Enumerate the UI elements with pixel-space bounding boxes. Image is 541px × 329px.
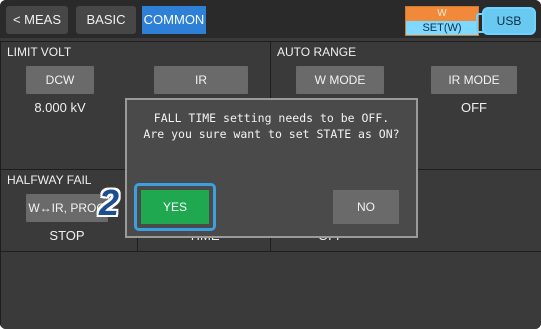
halfway-fail-button[interactable]: W↔IR, PROG — [26, 194, 108, 222]
ir-mode-value: OFF — [461, 100, 487, 115]
tab-basic[interactable]: BASIC — [76, 6, 136, 34]
tab-meas[interactable]: < MEAS — [6, 6, 68, 34]
tab-common[interactable]: COMMON — [142, 6, 206, 34]
dcw-button[interactable]: DCW — [26, 66, 94, 94]
limit-volt-title: LIMIT VOLT — [7, 45, 72, 59]
dialog-message-line2: Are you sure want to set STATE as ON? — [143, 127, 400, 141]
top-bar: < MEAS BASIC COMMON W SET(W) USB — [0, 0, 541, 38]
setw-indicator: W SET(W) — [405, 6, 479, 36]
dialog-message: FALL TIME setting needs to be OFF. Are y… — [127, 110, 416, 142]
halfway-fail-title: HALFWAY FAIL — [7, 173, 92, 187]
setw-label: SET(W) — [406, 21, 478, 35]
device-screen: < MEAS BASIC COMMON W SET(W) USB LIMIT V… — [0, 0, 541, 329]
dcw-value: 8.000 kV — [34, 100, 86, 115]
w-mode-button[interactable]: W MODE — [296, 66, 384, 94]
usb-indicator: USB — [476, 7, 536, 35]
yes-button[interactable]: YES — [141, 190, 209, 224]
ir-button[interactable]: IR — [154, 66, 248, 94]
ir-mode-button[interactable]: IR MODE — [431, 66, 517, 94]
no-button[interactable]: NO — [333, 190, 399, 224]
dialog-message-line1: FALL TIME setting needs to be OFF. — [153, 111, 390, 125]
bottom-panel — [0, 251, 541, 329]
auto-range-title: AUTO RANGE — [277, 45, 357, 59]
w-mode-label: W — [406, 7, 478, 21]
step-number-marker: 2 — [99, 182, 120, 223]
halfway-fail-value: STOP — [49, 228, 85, 243]
